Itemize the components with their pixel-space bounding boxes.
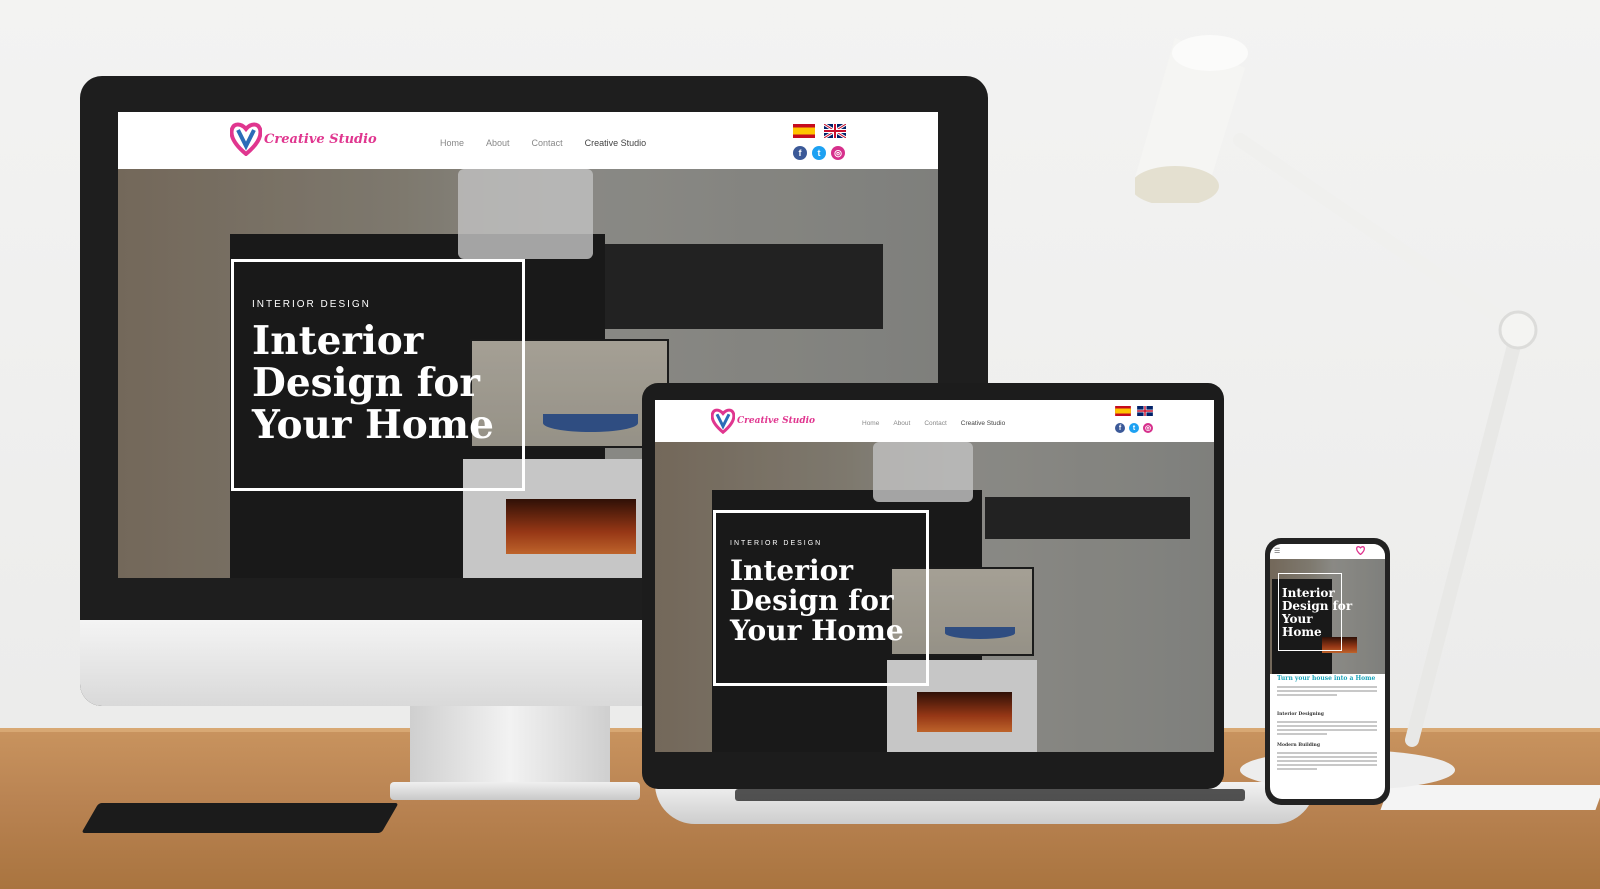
desk-lamp-arm <box>1233 133 1538 747</box>
instagram-icon[interactable]: ◎ <box>831 146 845 160</box>
uk-flag-icon[interactable] <box>1137 406 1153 416</box>
headline-line-1: Interior <box>1282 586 1335 600</box>
hero-headline: Interior Design for Your Home <box>1282 587 1352 639</box>
spain-flag-icon[interactable] <box>1115 406 1131 416</box>
nav-creative-studio[interactable]: Creative Studio <box>585 138 647 148</box>
mobile-body-text <box>1277 686 1377 696</box>
mobile-section-title: Turn your house into a Home <box>1277 675 1376 682</box>
monitor-stand-neck <box>410 706 610 788</box>
laptop-screen: Creative Studio Home About Contact Creat… <box>655 400 1214 752</box>
desk-lamp-head <box>1135 35 1248 203</box>
headline-line-4: Home <box>1282 624 1322 639</box>
headline-line-2: Design for <box>730 584 894 618</box>
laptop-navbar: Creative Studio Home About Contact Creat… <box>655 400 1214 442</box>
brand-name: Creative Studio <box>737 416 816 426</box>
brand-name: Creative Studio <box>264 131 377 147</box>
desktop-menu: Home About Contact Creative Studio <box>440 138 646 148</box>
nav-about[interactable]: About <box>486 138 510 148</box>
nav-creative-studio[interactable]: Creative Studio <box>961 420 1005 427</box>
hero-overline: INTERIOR DESIGN <box>252 299 371 310</box>
instagram-icon[interactable]: ◎ <box>1143 423 1153 433</box>
facebook-icon[interactable]: f <box>793 146 807 160</box>
mobile-body-text-3 <box>1277 752 1377 770</box>
laptop-hinge <box>735 789 1245 801</box>
spain-flag-icon[interactable] <box>793 124 815 138</box>
nav-contact[interactable]: Contact <box>924 420 946 427</box>
nav-home[interactable]: Home <box>440 138 464 148</box>
headline-line-3: Your Home <box>730 614 904 648</box>
headline-line-1: Interior <box>730 554 854 587</box>
heart-v-logo-icon <box>230 122 262 156</box>
menu-icon[interactable]: ☰ <box>1274 547 1280 555</box>
heart-v-logo-icon[interactable] <box>1356 546 1365 555</box>
headline-line-3: Your Home <box>252 402 494 449</box>
laptop-logo[interactable]: Creative Studio <box>711 408 815 434</box>
hero-headline: Interior Design for Your Home <box>252 320 494 446</box>
nav-contact[interactable]: Contact <box>532 138 563 148</box>
mobile-subheading-2: Modern Building <box>1277 743 1320 748</box>
monitor-stand-foot <box>390 782 640 800</box>
desktop-navbar: Creative Studio Home About Contact Creat… <box>118 112 938 169</box>
phone-screen: ☰ Interior Design for Your Home Turn you… <box>1270 544 1385 799</box>
desktop-social-links: f t ◎ <box>793 146 845 160</box>
twitter-icon[interactable]: t <box>812 146 826 160</box>
headline-line-3: Your <box>1282 611 1313 626</box>
heart-v-logo-icon <box>711 408 735 434</box>
desktop-logo[interactable]: Creative Studio <box>230 122 377 156</box>
headline-line-1: Interior <box>252 318 424 364</box>
hero-overline: INTERIOR DESIGN <box>730 540 823 547</box>
mobile-subheading-1: Interior Designing <box>1277 712 1324 717</box>
twitter-icon[interactable]: t <box>1129 423 1139 433</box>
laptop-hero: INTERIOR DESIGN Interior Design for Your… <box>655 442 1214 752</box>
laptop-social-links: f t ◎ <box>1115 423 1153 433</box>
paper-sheet <box>1380 785 1600 810</box>
hero-headline: Interior Design for Your Home <box>730 554 904 648</box>
black-notebook <box>81 803 399 833</box>
nav-about[interactable]: About <box>893 420 910 427</box>
phone-navbar: ☰ <box>1270 544 1385 559</box>
facebook-icon[interactable]: f <box>1115 423 1125 433</box>
uk-flag-icon[interactable] <box>824 124 846 138</box>
phone-hero: Interior Design for Your Home <box>1270 559 1385 674</box>
headline-line-2: Design for <box>1282 598 1353 613</box>
nav-home[interactable]: Home <box>862 420 879 427</box>
mobile-body-text-2 <box>1277 721 1377 735</box>
headline-line-2: Design for <box>252 360 480 407</box>
laptop-menu: Home About Contact Creative Studio <box>862 420 1005 427</box>
